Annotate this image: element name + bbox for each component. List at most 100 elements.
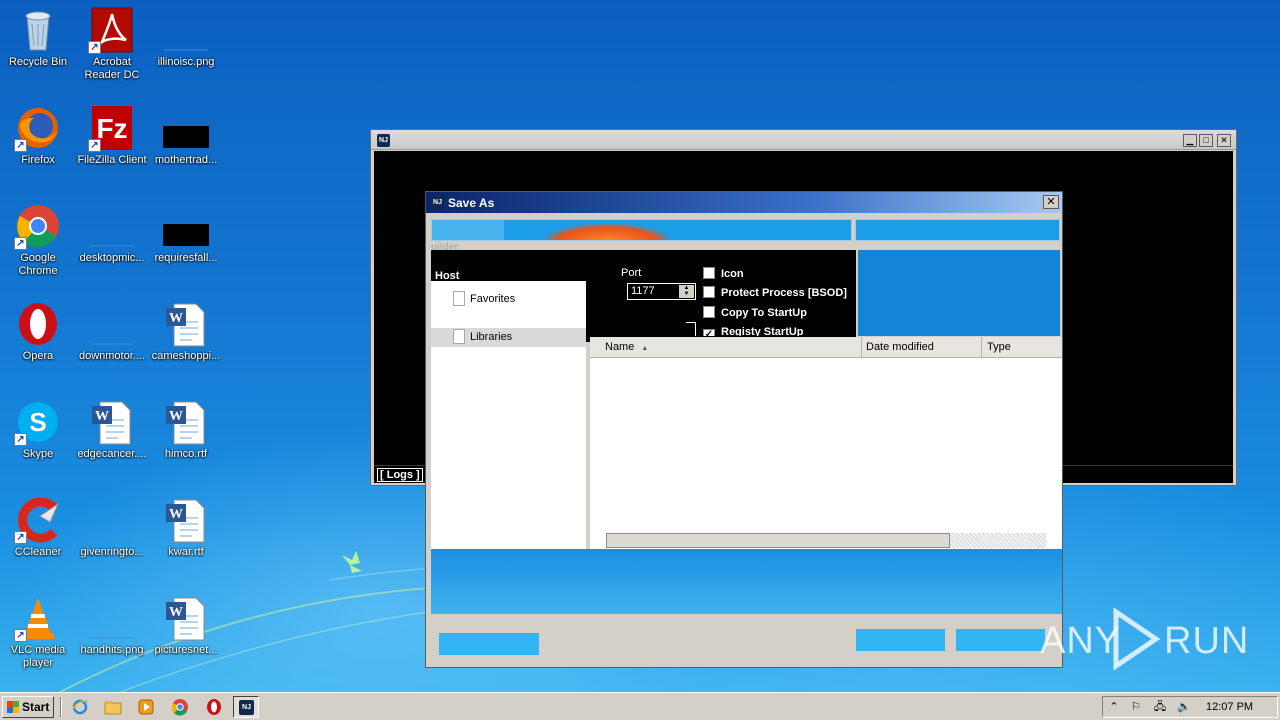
desktop-icon-label: Recycle Bin <box>8 56 68 68</box>
maximize-button[interactable]: □ <box>1199 134 1213 147</box>
column-header: Name ▲ Date modified Type <box>590 337 1062 358</box>
save-button[interactable] <box>856 629 945 651</box>
acrobat-icon: ↗ <box>88 6 136 54</box>
shortcut-arrow-icon: ↗ <box>14 433 27 446</box>
favorites-icon <box>453 291 465 306</box>
vlc-icon: ↗ <box>14 594 62 642</box>
start-button[interactable]: Start <box>2 696 54 718</box>
desktop-icon-label: Firefox <box>21 154 55 166</box>
desktop-icon-ccleaner[interactable]: ↗ CCleaner <box>0 496 76 559</box>
host-field-fragment <box>686 322 696 336</box>
chrome-icon: ↗ <box>14 202 62 250</box>
desktop-icon-givenringto[interactable]: givenringto... <box>74 496 150 559</box>
njrat-icon: NJ <box>377 134 390 147</box>
desktop-icon-filezilla[interactable]: Fz ↗ FileZilla Client <box>74 104 150 167</box>
desktop-icon-downmotor[interactable]: downmotor.... <box>74 300 150 363</box>
desktop-icon-firefox[interactable]: ↗ Firefox <box>0 104 76 167</box>
desktop-icon-mothertrad[interactable]: mothertrad... <box>148 104 224 167</box>
nav-label: Libraries <box>470 331 513 343</box>
horizontal-scrollbar[interactable] <box>606 533 1046 548</box>
desktop-icon-label: FileZilla Client <box>77 154 147 166</box>
desktop-icon-kwar[interactable]: W kwar.rtf <box>148 496 224 559</box>
ccleaner-icon: ↗ <box>14 496 62 544</box>
chrome-icon[interactable] <box>171 698 189 716</box>
close-button[interactable]: ✕ <box>1217 134 1231 147</box>
desktop-icon-label: downmotor.... <box>78 350 146 362</box>
desktop-icon-recycle-bin[interactable]: Recycle Bin <box>0 6 76 69</box>
desktop-icon-chrome[interactable]: ↗ Google Chrome <box>0 202 76 278</box>
option-registry-startup[interactable]: ✓ Registy StartUp <box>703 326 804 336</box>
desktop-icon-label: himco.rtf <box>164 448 208 460</box>
desktop-icon-label: requiresfall... <box>154 252 218 264</box>
option-label: Registy StartUp <box>721 326 804 336</box>
close-button[interactable]: ✕ <box>1043 195 1059 209</box>
desktop-icon-label: VLC media player <box>10 644 66 669</box>
desktop-icon-label: handhits.png <box>80 644 144 656</box>
desktop-icon-opera[interactable]: Opera <box>0 300 76 363</box>
column-date-modified[interactable]: Date modified <box>862 337 982 358</box>
glitch-artifact <box>542 223 672 240</box>
file-thumbnail-icon <box>88 594 136 642</box>
glitch-panel <box>858 250 1060 336</box>
cancel-button[interactable] <box>956 629 1045 651</box>
action-center-flag-icon[interactable]: ⚐ <box>1129 700 1143 714</box>
filezilla-icon: Fz ↗ <box>88 104 136 152</box>
nav-item-favorites[interactable]: Favorites <box>431 290 586 309</box>
desktop-icon-picturesnet[interactable]: W picturesnet... <box>148 594 224 657</box>
nav-item-libraries[interactable]: Libraries <box>431 328 586 347</box>
desktop-icon-edgecancer[interactable]: W edgecancer.... <box>74 398 150 461</box>
desktop-icon-himco[interactable]: W himco.rtf <box>148 398 224 461</box>
njrat-taskbar-button[interactable]: NJ <box>233 696 259 718</box>
checkbox[interactable] <box>703 267 715 279</box>
ie-icon[interactable] <box>71 698 89 716</box>
save-as-dialog[interactable]: NJ Save As ✕ uilder Host Port 1177 ▲ ▼ Ic… <box>425 191 1063 668</box>
scrollbar-thumb[interactable] <box>606 533 950 548</box>
clock[interactable]: 12:07 PM <box>1206 701 1253 713</box>
explorer-icon[interactable] <box>104 698 122 716</box>
opera-icon[interactable] <box>205 698 223 716</box>
file-list[interactable]: Name ▲ Date modified Type <box>590 337 1062 550</box>
desktop-icon-label: CCleaner <box>14 546 62 558</box>
taskbar: Start NJ ⌃ ⚐ 🖧 🔈 12:07 PM <box>0 692 1280 720</box>
skype-icon: S ↗ <box>14 398 62 446</box>
column-name[interactable]: Name ▲ <box>590 337 862 358</box>
desktop-icon-label: desktopmic... <box>79 252 145 264</box>
logs-tab[interactable]: [ Logs ] <box>377 468 423 482</box>
option-icon[interactable]: Icon <box>703 267 744 283</box>
desktop-icon-illinoisc[interactable]: illinoisc.png <box>148 6 224 69</box>
port-input[interactable]: 1177 ▲ ▼ <box>627 283 696 300</box>
network-icon[interactable]: 🖧 <box>1153 700 1167 714</box>
builder-titlebar[interactable]: NJ ▁ □ ✕ <box>371 130 1236 150</box>
shortcut-arrow-icon: ↗ <box>14 237 27 250</box>
navigation-pane[interactable]: Favorites Libraries <box>431 281 586 549</box>
sort-ascending-icon: ▲ <box>641 345 649 352</box>
option-copy-to-startup[interactable]: Copy To StartUp <box>703 306 807 322</box>
checkbox[interactable] <box>703 306 715 318</box>
column-type[interactable]: Type <box>982 337 1062 358</box>
volume-icon[interactable]: 🔈 <box>1177 700 1191 714</box>
desktop-icon-handhits[interactable]: handhits.png <box>74 594 150 657</box>
option-protect-process[interactable]: Protect Process [BSOD] <box>703 286 847 302</box>
option-label: Copy To StartUp <box>721 307 807 319</box>
checkbox-checked[interactable]: ✓ <box>703 329 715 336</box>
desktop-icon-desktopmic[interactable]: desktopmic... <box>74 202 150 265</box>
word-document-icon: W <box>162 496 210 544</box>
minimize-button[interactable]: ▁ <box>1183 134 1197 147</box>
column-label: Name <box>605 341 635 353</box>
address-bar[interactable] <box>431 219 852 241</box>
hide-folders-button[interactable] <box>439 633 539 655</box>
desktop-icon-vlc[interactable]: ↗ VLC media player <box>0 594 76 670</box>
show-hidden-icons-chevron[interactable]: ⌃ <box>1107 700 1121 714</box>
checkbox[interactable] <box>703 286 715 298</box>
desktop-icon-skype[interactable]: S ↗ Skype <box>0 398 76 461</box>
desktop-icon-requiresfall[interactable]: requiresfall... <box>148 202 224 265</box>
port-spinner[interactable]: ▲ ▼ <box>679 285 694 298</box>
desktop-icon-cameshoppi[interactable]: W cameshoppi... <box>148 300 224 363</box>
desktop-icon-label: picturesnet... <box>154 644 218 656</box>
taskbar-separator <box>60 697 62 717</box>
save-as-titlebar[interactable]: NJ Save As ✕ <box>426 192 1062 213</box>
desktop-icon-acrobat[interactable]: ↗ Acrobat Reader DC <box>74 6 150 82</box>
search-input[interactable] <box>855 219 1060 241</box>
dialog-footer <box>431 615 1062 667</box>
media-player-icon[interactable] <box>137 698 155 716</box>
